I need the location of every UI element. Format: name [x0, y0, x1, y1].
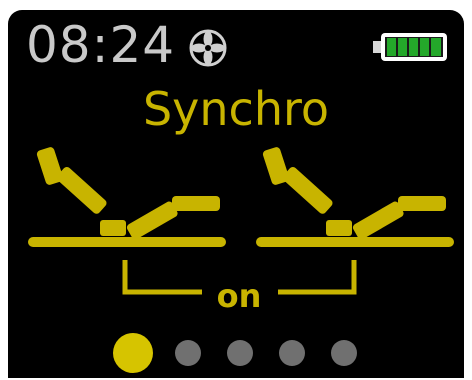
- synchro-diagram: [28, 147, 454, 295]
- page-dot-3[interactable]: [227, 340, 253, 366]
- page-dot-1-active[interactable]: [113, 333, 153, 373]
- page-dot-5[interactable]: [331, 340, 357, 366]
- page-indicator: [8, 328, 464, 376]
- page-dot-2[interactable]: [175, 340, 201, 366]
- bed-icon-left: [28, 147, 226, 247]
- sync-state-label: on: [216, 277, 262, 315]
- device-screen: 08:24 Synchro on: [8, 10, 464, 378]
- bed-icon-right: [256, 147, 454, 247]
- page-dot-4[interactable]: [279, 340, 305, 366]
